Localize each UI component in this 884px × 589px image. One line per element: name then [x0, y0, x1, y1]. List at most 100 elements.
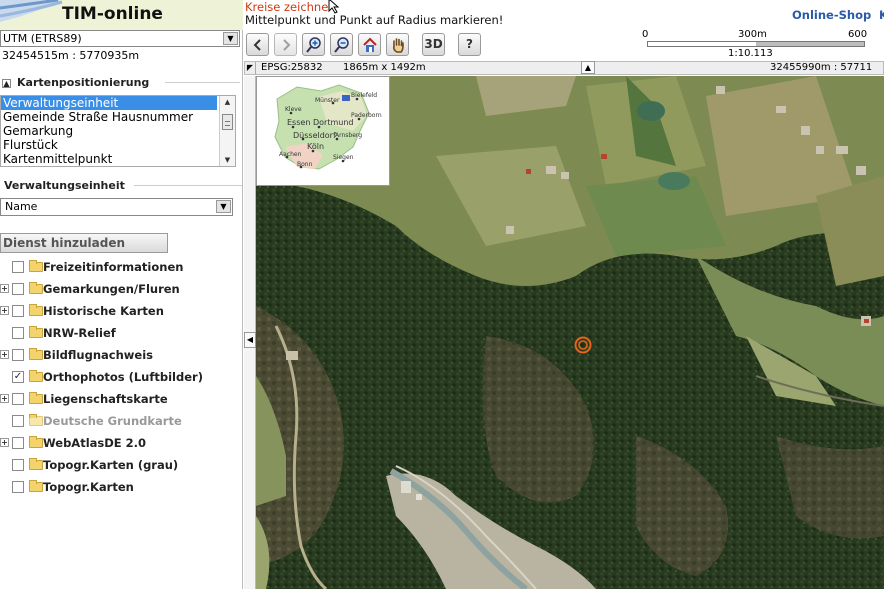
chevron-down-icon[interactable]: ▼: [223, 32, 238, 45]
left-panel: TIM-online UTM (ETRS89) ▼ 32454515m : 57…: [0, 0, 243, 589]
add-service-button[interactable]: Dienst hinzuladen: [0, 233, 168, 253]
circle-marker[interactable]: [574, 336, 592, 354]
collapse-left-icon[interactable]: ◀: [244, 332, 256, 348]
scroll-thumb[interactable]: [222, 114, 233, 130]
overview-city-label: Köln: [307, 142, 324, 151]
positioning-option[interactable]: Gemeinde Straße Hausnummer: [1, 110, 217, 124]
layer-checkbox[interactable]: [12, 437, 24, 449]
pan-button[interactable]: [386, 33, 409, 56]
folder-icon: [29, 260, 43, 272]
layer-item[interactable]: Topogr.Karten (grau): [0, 454, 240, 476]
layer-item[interactable]: NRW-Relief: [0, 322, 240, 344]
admin-unit-select[interactable]: Name ▼: [0, 198, 233, 216]
scale-ratio: 1:10.113: [728, 48, 773, 59]
positioning-option[interactable]: Flurstück: [1, 138, 217, 152]
divider: [134, 185, 242, 186]
positioning-option[interactable]: Gemarkung: [1, 124, 217, 138]
overview-city-label: Münster: [315, 97, 340, 104]
admin-unit-title: Verwaltungseinheit: [4, 179, 125, 192]
app-logo: TIM-online: [0, 0, 243, 30]
layer-checkbox[interactable]: [12, 305, 24, 317]
crs-select[interactable]: UTM (ETRS89) ▼: [0, 30, 240, 47]
epsg-code: EPSG:25832: [261, 62, 323, 73]
arrow-left-icon: [253, 39, 261, 51]
positioning-section-header[interactable]: ▲ Kartenpositionierung: [0, 76, 240, 89]
help-button[interactable]: ?: [458, 33, 481, 56]
layer-label: Deutsche Grundkarte: [43, 414, 182, 428]
tool-hint-text: Mittelpunkt und Punkt auf Radius markier…: [245, 13, 504, 27]
online-shop-link[interactable]: Online-Shop: [792, 8, 871, 22]
overview-city-label: Essen: [287, 118, 310, 127]
overview-city-label: Paderborn: [351, 112, 382, 119]
map-extent: 1865m x 1492m: [343, 62, 426, 73]
layer-label: WebAtlasDE 2.0: [43, 436, 147, 450]
layer-checkbox[interactable]: [12, 393, 24, 405]
scale-label-start: 0: [642, 29, 649, 40]
folder-icon: [29, 392, 43, 404]
home-icon: [362, 37, 377, 52]
overview-city-label: Dortmund: [313, 118, 354, 127]
chevron-down-icon[interactable]: ▼: [216, 200, 231, 213]
layer-tree: Freizeitinformationen + Gemarkungen/Fluren…: [0, 256, 240, 498]
zoom-out-button[interactable]: [330, 33, 353, 56]
forward-button[interactable]: [274, 33, 297, 56]
overview-city-label: Siegen: [333, 154, 354, 161]
resize-corner-icon[interactable]: ◤: [245, 62, 256, 74]
layer-checkbox[interactable]: [12, 327, 24, 339]
expand-icon[interactable]: +: [0, 306, 9, 315]
layer-item[interactable]: + WebAtlasDE 2.0: [0, 432, 240, 454]
layer-item[interactable]: Deutsche Grundkarte: [0, 410, 240, 432]
expand-icon[interactable]: +: [0, 438, 9, 447]
map-info-bar: ◤ EPSG:25832 1865m x 1492m ▲ 32455990m :…: [244, 61, 884, 75]
overview-city-label: Bielefeld: [351, 92, 377, 99]
zoom-in-button[interactable]: [302, 33, 325, 56]
overview-map[interactable]: Kleve Münster Bielefeld Essen Dortmund D…: [256, 76, 390, 186]
layer-checkbox[interactable]: [12, 459, 24, 471]
positioning-title: Kartenpositionierung: [17, 76, 150, 89]
positioning-list[interactable]: Verwaltungseinheit Gemeinde Straße Hausn…: [0, 95, 236, 167]
folder-icon: [29, 480, 43, 492]
folder-icon: [29, 414, 43, 426]
collapse-icon[interactable]: ▲: [2, 79, 11, 88]
positioning-option[interactable]: Verwaltungseinheit: [1, 96, 217, 110]
folder-icon: [29, 326, 43, 338]
expand-icon[interactable]: +: [0, 284, 9, 293]
layer-checkbox[interactable]: [12, 283, 24, 295]
hand-icon: [392, 38, 404, 53]
scale-bar: 0 300m 600 1:10.113: [642, 29, 874, 60]
scroll-up-icon[interactable]: ▲: [220, 96, 235, 108]
layer-checkbox[interactable]: [12, 415, 24, 427]
expand-icon[interactable]: +: [0, 350, 9, 359]
list-scrollbar[interactable]: ▲ ▼: [219, 96, 235, 166]
folder-icon: [29, 282, 43, 294]
layer-item[interactable]: + Liegenschaftskarte: [0, 388, 240, 410]
layer-checkbox[interactable]: ✓: [12, 371, 24, 383]
layer-item[interactable]: Freizeitinformationen: [0, 256, 240, 278]
collapse-up-icon[interactable]: ▲: [581, 61, 595, 74]
folder-icon: [29, 304, 43, 316]
layer-item[interactable]: + Gemarkungen/Fluren: [0, 278, 240, 300]
scroll-down-icon[interactable]: ▼: [220, 154, 235, 166]
layer-checkbox[interactable]: [12, 481, 24, 493]
scale-label-end: 600: [848, 29, 868, 40]
overview-city-label: Arnsberg: [335, 132, 362, 139]
scale-bar-graphic: [647, 41, 865, 47]
back-button[interactable]: [246, 33, 269, 56]
tim-online-app: TIM-online UTM (ETRS89) ▼ 32454515m : 57…: [0, 0, 884, 589]
arrow-right-icon: [282, 39, 290, 51]
overview-city-label: Düsseldorf: [293, 131, 336, 140]
positioning-option[interactable]: Kartenmittelpunkt: [1, 152, 217, 166]
layer-item[interactable]: + Bildflugnachweis: [0, 344, 240, 366]
home-button[interactable]: [358, 33, 381, 56]
layer-item[interactable]: ✓ Orthophotos (Luftbilder): [0, 366, 240, 388]
layer-item[interactable]: + Historische Karten: [0, 300, 240, 322]
3d-button[interactable]: 3D: [422, 33, 445, 56]
layer-label: Freizeitinformationen: [43, 260, 184, 274]
layer-checkbox[interactable]: [12, 261, 24, 273]
folder-icon: [29, 436, 43, 448]
layer-item[interactable]: Topogr.Karten: [0, 476, 240, 498]
more-link[interactable]: K: [879, 8, 884, 22]
expand-icon[interactable]: +: [0, 394, 9, 403]
layer-checkbox[interactable]: [12, 349, 24, 361]
layer-label: Historische Karten: [43, 304, 164, 318]
